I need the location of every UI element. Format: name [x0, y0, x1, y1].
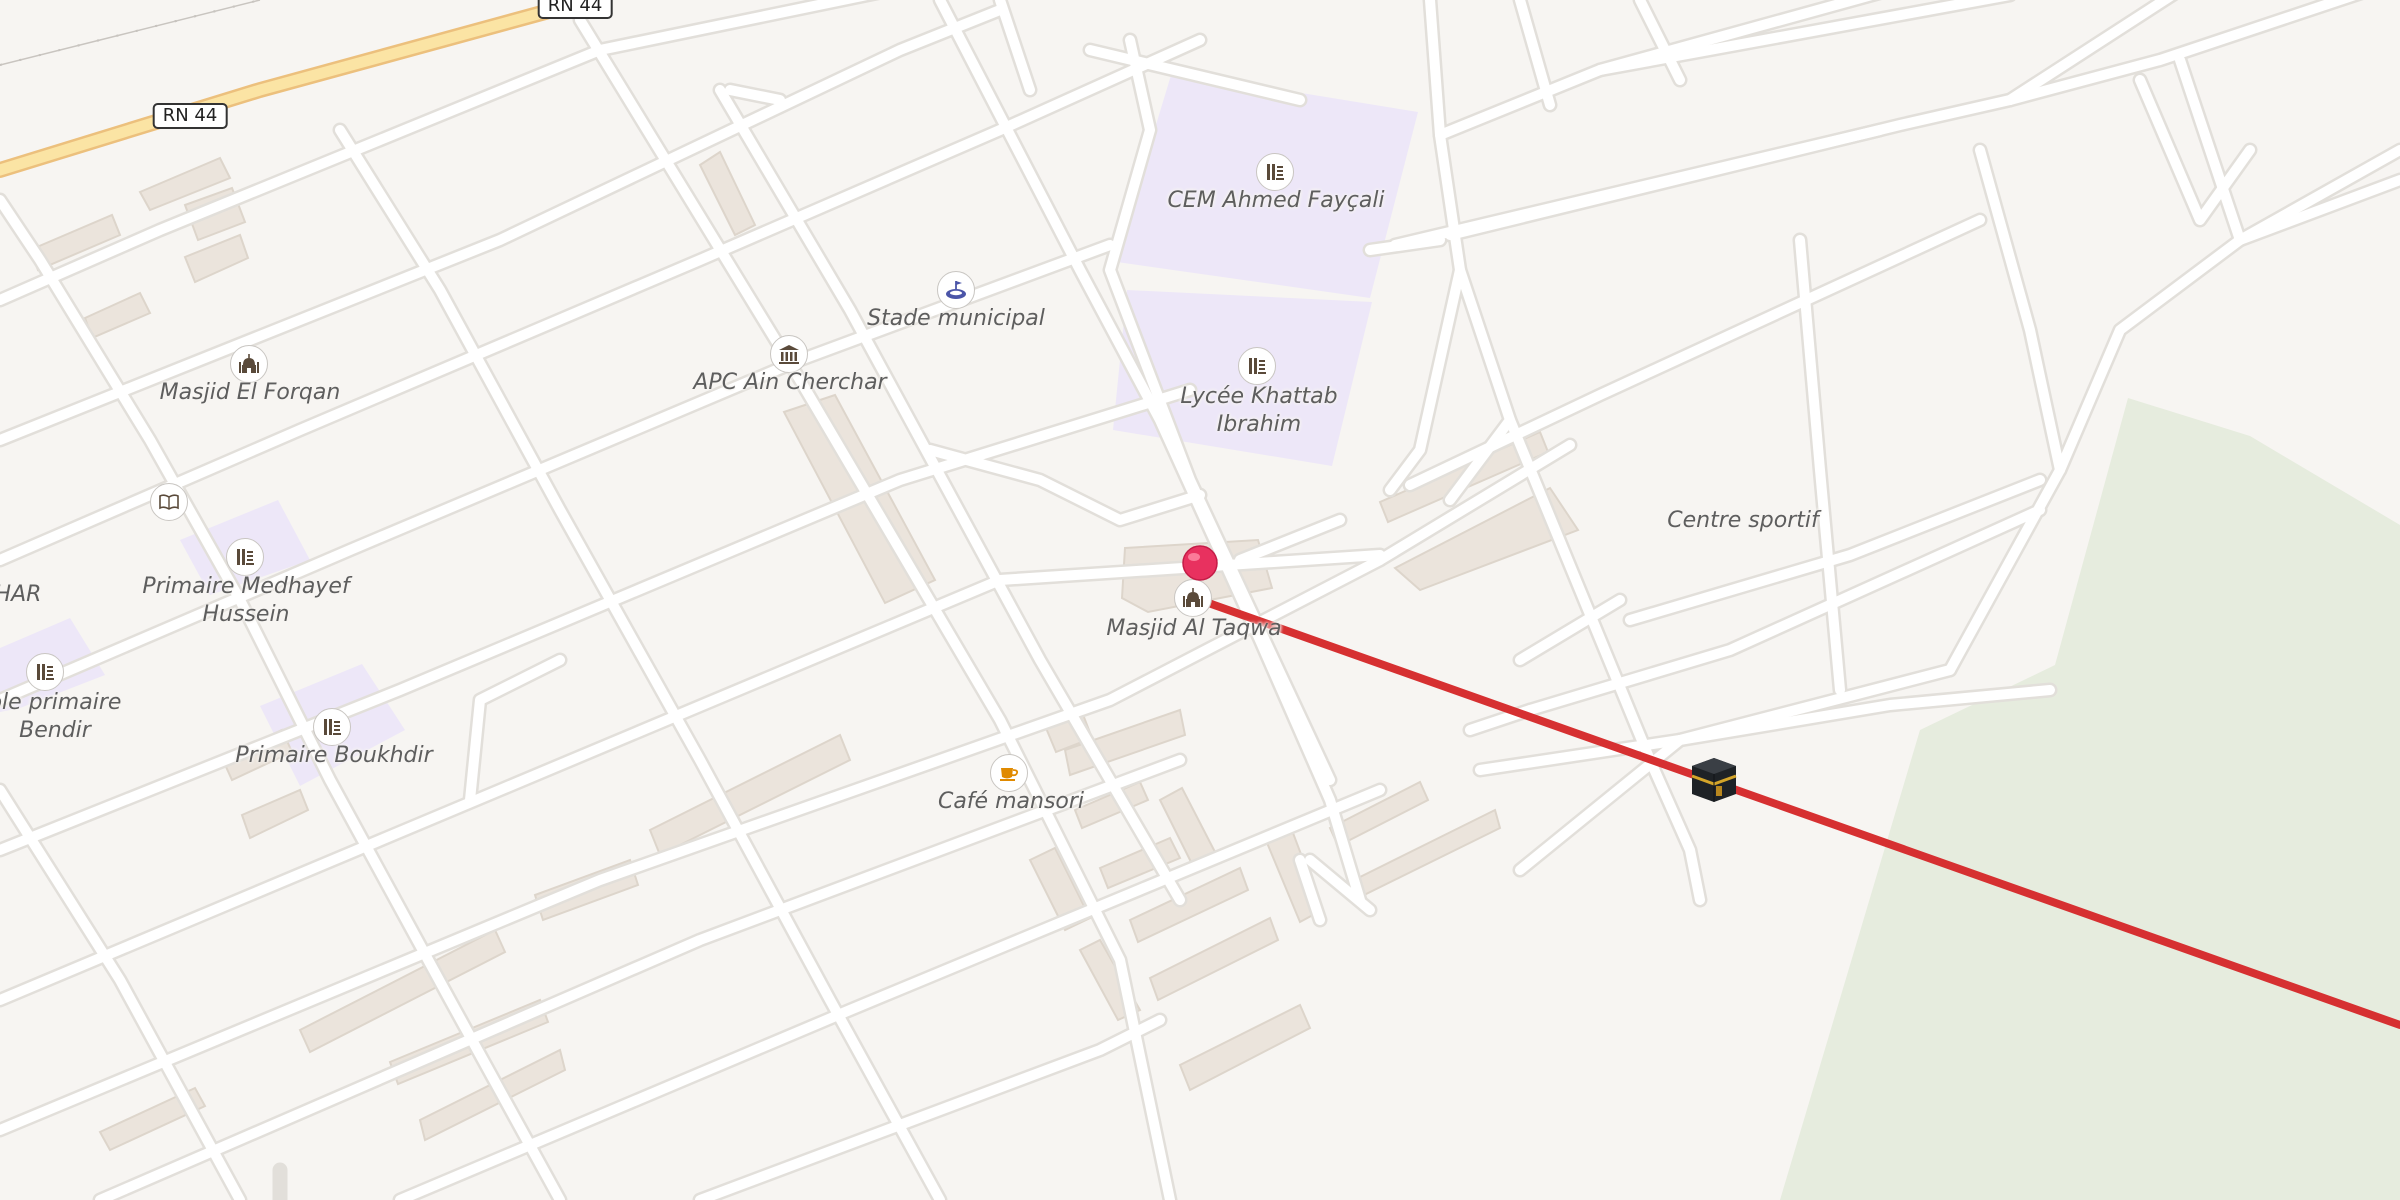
label-line: Primaire Boukhdir [235, 743, 433, 768]
school-icon[interactable] [226, 538, 264, 576]
town-hall-icon[interactable] [770, 335, 808, 373]
label-line: ole primaire [0, 690, 122, 715]
mosque-icon[interactable] [1174, 579, 1212, 617]
label-line: HAR [0, 582, 42, 607]
road-badge-rn44-left: RN 44 [152, 103, 228, 129]
poi-label-stade-municipal[interactable]: Stade municipal [867, 305, 1045, 333]
label-line: Bendir [19, 718, 91, 743]
book-icon[interactable] [150, 483, 188, 521]
school-icon[interactable] [1238, 347, 1276, 385]
label-line: Hussein [202, 602, 290, 627]
label-line: Centre sportif [1667, 508, 1819, 533]
school-icon[interactable] [313, 708, 351, 746]
poi-label-masjid-al-taqwa[interactable]: Masjid Al Taqwa [1106, 615, 1281, 643]
stadium-icon[interactable] [937, 271, 975, 309]
label-line: Masjid Al Taqwa [1106, 616, 1282, 641]
poi-label-cafe-mansori[interactable]: Café mansori [938, 788, 1084, 816]
cafe-icon[interactable] [990, 754, 1028, 792]
map-pin-icon[interactable] [1181, 544, 1219, 584]
poi-label-har-partial[interactable]: HAR [0, 581, 41, 609]
mosque-icon[interactable] [230, 345, 268, 383]
poi-label-masjid-el-forqan[interactable]: Masjid El Forqan [160, 379, 341, 407]
poi-label-lycee-khattab-ibrahim[interactable]: Lycée Khattab Ibrahim [1180, 383, 1337, 439]
label-line: Primaire Medhayef [142, 574, 350, 599]
poi-label-ecole-primaire-bendir[interactable]: ole primaire Bendir [0, 689, 121, 745]
road-badge-rn44-top: RN 44 [537, 0, 613, 19]
label-line: Café mansori [937, 789, 1085, 814]
poi-label-apc-ain-cherchar[interactable]: APC Ain Cherchar [693, 369, 886, 397]
label-line: Masjid El Forqan [159, 380, 341, 405]
label-line: CEM Ahmed Fayçali [1167, 188, 1385, 213]
poi-label-primaire-medhayef-hussein[interactable]: Primaire Medhayef Hussein [142, 573, 349, 629]
label-line: Stade municipal [867, 306, 1045, 331]
label-line: APC Ain Cherchar [693, 370, 887, 395]
school-icon[interactable] [1256, 153, 1294, 191]
kaaba-icon[interactable] [1688, 754, 1740, 806]
poi-label-primaire-boukhdir[interactable]: Primaire Boukhdir [235, 742, 432, 770]
school-icon[interactable] [26, 653, 64, 691]
poi-label-centre-sportif[interactable]: Centre sportif [1667, 507, 1818, 535]
poi-label-cem-ahmed-faycali[interactable]: CEM Ahmed Fayçali [1167, 187, 1384, 215]
label-line: Ibrahim [1216, 412, 1302, 437]
label-line: Lycée Khattab [1180, 384, 1338, 409]
